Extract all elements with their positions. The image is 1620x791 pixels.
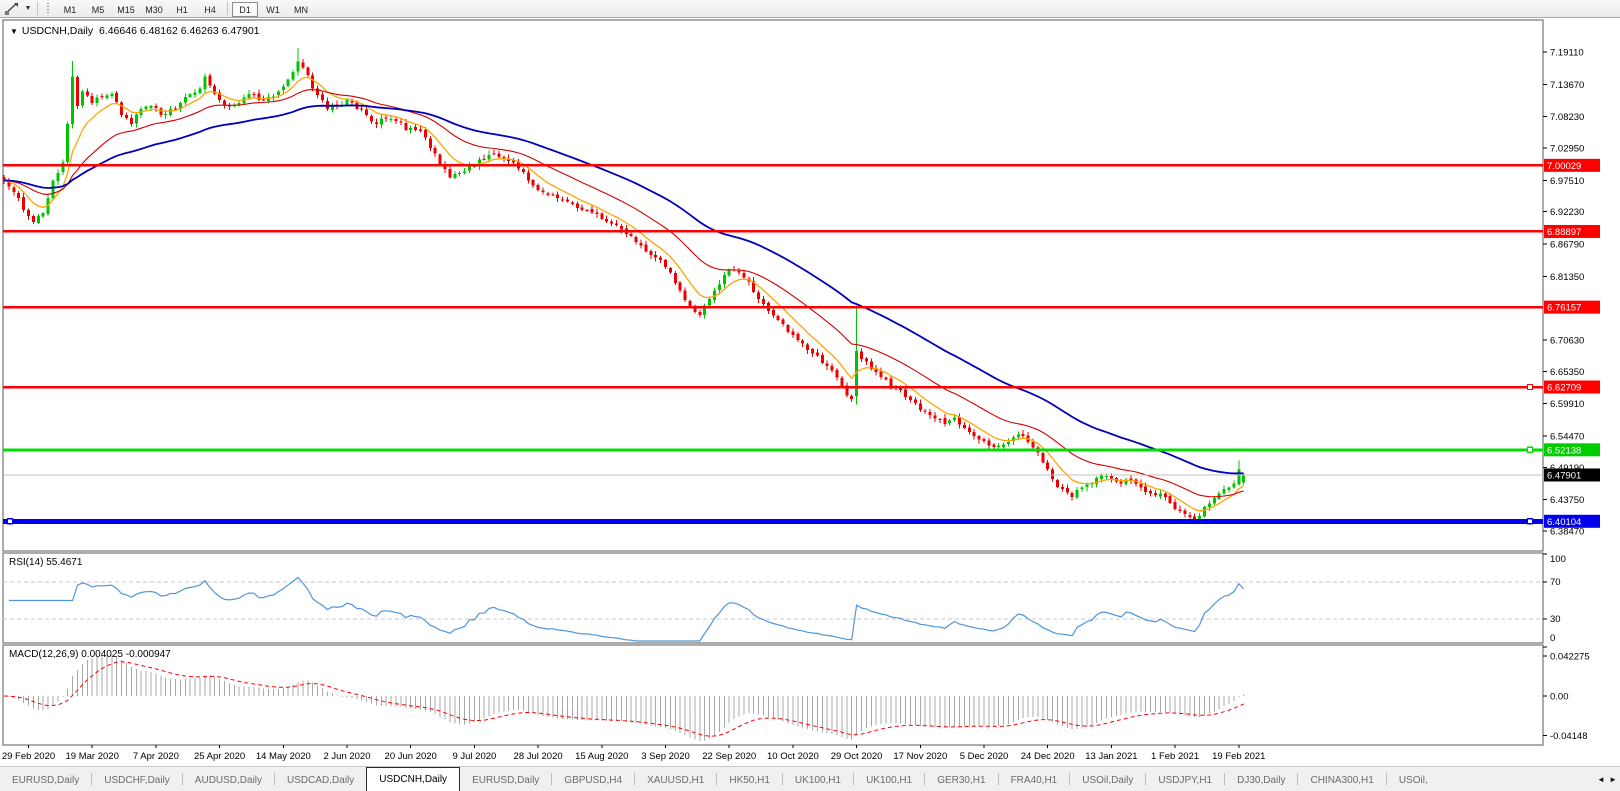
svg-text:2 Jun 2020: 2 Jun 2020 — [323, 751, 370, 762]
svg-text:6.76157: 6.76157 — [1547, 303, 1581, 314]
timeframe-button-m1[interactable]: M1 — [57, 2, 83, 17]
svg-text:17 Nov 2020: 17 Nov 2020 — [893, 751, 947, 762]
svg-text:6.65350: 6.65350 — [1550, 367, 1584, 378]
svg-text:13 Jan 2021: 13 Jan 2021 — [1085, 751, 1137, 762]
chart-canvas[interactable]: 7.19110 7.13670 7.08230 7.02950 6.97510 6.922… — [0, 0, 1620, 766]
svg-text:22 Sep 2020: 22 Sep 2020 — [702, 751, 756, 762]
chart-tab-audusd-daily[interactable]: AUDUSD,Daily — [183, 770, 274, 791]
chart-tab-usdjpy-h1[interactable]: USDJPY,H1 — [1146, 770, 1224, 791]
svg-text:6.70630: 6.70630 — [1550, 335, 1584, 346]
svg-text:7 Apr 2020: 7 Apr 2020 — [133, 751, 179, 762]
svg-text:10 Oct 2020: 10 Oct 2020 — [767, 751, 819, 762]
chart-title: ▼ USDCNH,Daily 6.46646 6.48162 6.46263 6.… — [10, 25, 260, 37]
svg-text:15 Aug 2020: 15 Aug 2020 — [575, 751, 628, 762]
svg-text:29 Oct 2020: 29 Oct 2020 — [831, 751, 883, 762]
toolbar-separator — [227, 2, 228, 15]
mt4-window: ▼ M1M5M15M30H1H4 D1W1MN 7.19110 7.13670 7.0… — [0, 0, 1620, 791]
svg-text:6.43750: 6.43750 — [1550, 495, 1584, 506]
svg-text:3 Sep 2020: 3 Sep 2020 — [641, 751, 690, 762]
svg-text:20 Jun 2020: 20 Jun 2020 — [385, 751, 437, 762]
svg-text:25 Apr 2020: 25 Apr 2020 — [194, 751, 245, 762]
svg-text:6.40104: 6.40104 — [1547, 517, 1581, 528]
svg-text:5 Dec 2020: 5 Dec 2020 — [960, 751, 1009, 762]
timeframe-buttons: M1M5M15M30H1H4 D1W1MN — [56, 0, 315, 18]
tool-dropdown-caret-icon[interactable]: ▼ — [22, 5, 34, 12]
svg-text:6.81350: 6.81350 — [1550, 272, 1584, 283]
svg-text:24 Dec 2020: 24 Dec 2020 — [1021, 751, 1075, 762]
toolbar-separator — [37, 2, 38, 15]
svg-text:7.00029: 7.00029 — [1547, 161, 1581, 172]
svg-text:6.52138: 6.52138 — [1547, 445, 1581, 456]
svg-text:6.54470: 6.54470 — [1550, 431, 1584, 442]
svg-text:14 May 2020: 14 May 2020 — [256, 751, 311, 762]
macd-indicator-label: MACD(12,26,9) 0.004025 -0.000947 — [9, 649, 171, 660]
timeframe-button-m15[interactable]: M15 — [113, 2, 139, 17]
svg-text:6.62709: 6.62709 — [1547, 383, 1581, 394]
svg-text:30: 30 — [1550, 614, 1561, 625]
timeframe-button-d1[interactable]: D1 — [232, 2, 258, 17]
svg-text:7.19110: 7.19110 — [1550, 48, 1584, 59]
chart-tab-uk100-h1[interactable]: UK100,H1 — [854, 770, 924, 791]
chart-tab-usdchf-daily[interactable]: USDCHF,Daily — [92, 770, 182, 791]
svg-text:0.00: 0.00 — [1550, 692, 1569, 703]
timeframe-toolbar: ▼ M1M5M15M30H1H4 D1W1MN — [0, 0, 1620, 18]
timeframe-button-h1[interactable]: H1 — [169, 2, 195, 17]
chart-tab-fra40-h1[interactable]: FRA40,H1 — [999, 770, 1070, 791]
svg-text:6.92230: 6.92230 — [1550, 207, 1584, 218]
chart-tab-usoil-daily[interactable]: USOil,Daily — [1070, 770, 1145, 791]
svg-text:-0.04148: -0.04148 — [1550, 731, 1588, 742]
chart-tab-eurusd-daily[interactable]: EURUSD,Daily — [0, 770, 91, 791]
svg-text:9 Jul 2020: 9 Jul 2020 — [452, 751, 496, 762]
svg-text:7.13670: 7.13670 — [1550, 80, 1584, 91]
svg-text:0: 0 — [1550, 633, 1555, 644]
chart-tab-usdcnh-daily[interactable]: USDCNH,Daily — [366, 767, 460, 791]
svg-text:28 Jul 2020: 28 Jul 2020 — [514, 751, 563, 762]
svg-text:6.59910: 6.59910 — [1550, 399, 1584, 410]
collapse-chart-icon[interactable]: ▼ — [10, 27, 18, 36]
tab-scroll-buttons: ◄ ► — [1594, 767, 1620, 791]
chart-tab-usoil-[interactable]: USOil, — [1387, 770, 1440, 791]
chart-tab-ger30-h1[interactable]: GER30,H1 — [925, 770, 997, 791]
chart-tab-uk100-h1[interactable]: UK100,H1 — [783, 770, 853, 791]
chart-tab-hk50-h1[interactable]: HK50,H1 — [717, 770, 782, 791]
timeframe-button-mn[interactable]: MN — [288, 2, 314, 17]
svg-text:6.47901: 6.47901 — [1547, 470, 1581, 481]
crosshair-tool-icon[interactable] — [0, 1, 22, 17]
svg-text:100: 100 — [1550, 554, 1566, 565]
chart-tab-china300-h1[interactable]: CHINA300,H1 — [1298, 770, 1385, 791]
chart-tab-bar: EURUSD,DailyUSDCHF,DailyAUDUSD,DailyUSDC… — [0, 766, 1620, 791]
svg-text:0.042275: 0.042275 — [1550, 651, 1590, 662]
svg-text:1 Feb 2021: 1 Feb 2021 — [1151, 751, 1199, 762]
svg-text:6.97510: 6.97510 — [1550, 176, 1584, 187]
tab-scroll-right-icon[interactable]: ► — [1609, 775, 1617, 784]
chart-symbol-label: USDCNH,Daily — [22, 25, 93, 37]
chart-tab-eurusd-daily[interactable]: EURUSD,Daily — [460, 770, 551, 791]
svg-text:6.86790: 6.86790 — [1550, 239, 1584, 250]
chart-ohlc-values: 6.46646 6.48162 6.46263 6.47901 — [99, 25, 260, 37]
toolbar-grip[interactable] — [47, 3, 52, 15]
svg-text:6.88897: 6.88897 — [1547, 227, 1581, 238]
timeframe-button-w1[interactable]: W1 — [260, 2, 286, 17]
chart-tab-gbpusd-h4[interactable]: GBPUSD,H4 — [552, 770, 634, 791]
chart-tab-xauusd-h1[interactable]: XAUUSD,H1 — [635, 770, 716, 791]
svg-text:19 Feb 2021: 19 Feb 2021 — [1212, 751, 1265, 762]
svg-text:6.38470: 6.38470 — [1550, 527, 1584, 538]
svg-text:7.02950: 7.02950 — [1550, 143, 1584, 154]
chart-tab-dj30-daily[interactable]: DJ30,Daily — [1225, 770, 1297, 791]
timeframe-button-m30[interactable]: M30 — [141, 2, 167, 17]
svg-text:70: 70 — [1550, 577, 1561, 588]
svg-text:19 Mar 2020: 19 Mar 2020 — [66, 751, 119, 762]
rsi-indicator-label: RSI(14) 55.4671 — [9, 557, 82, 568]
svg-text:29 Feb 2020: 29 Feb 2020 — [2, 751, 55, 762]
chart-tab-usdcad-daily[interactable]: USDCAD,Daily — [275, 770, 366, 791]
tab-scroll-left-icon[interactable]: ◄ — [1597, 775, 1605, 784]
timeframe-button-h4[interactable]: H4 — [197, 2, 223, 17]
timeframe-button-m5[interactable]: M5 — [85, 2, 111, 17]
svg-text:7.08230: 7.08230 — [1550, 112, 1584, 123]
